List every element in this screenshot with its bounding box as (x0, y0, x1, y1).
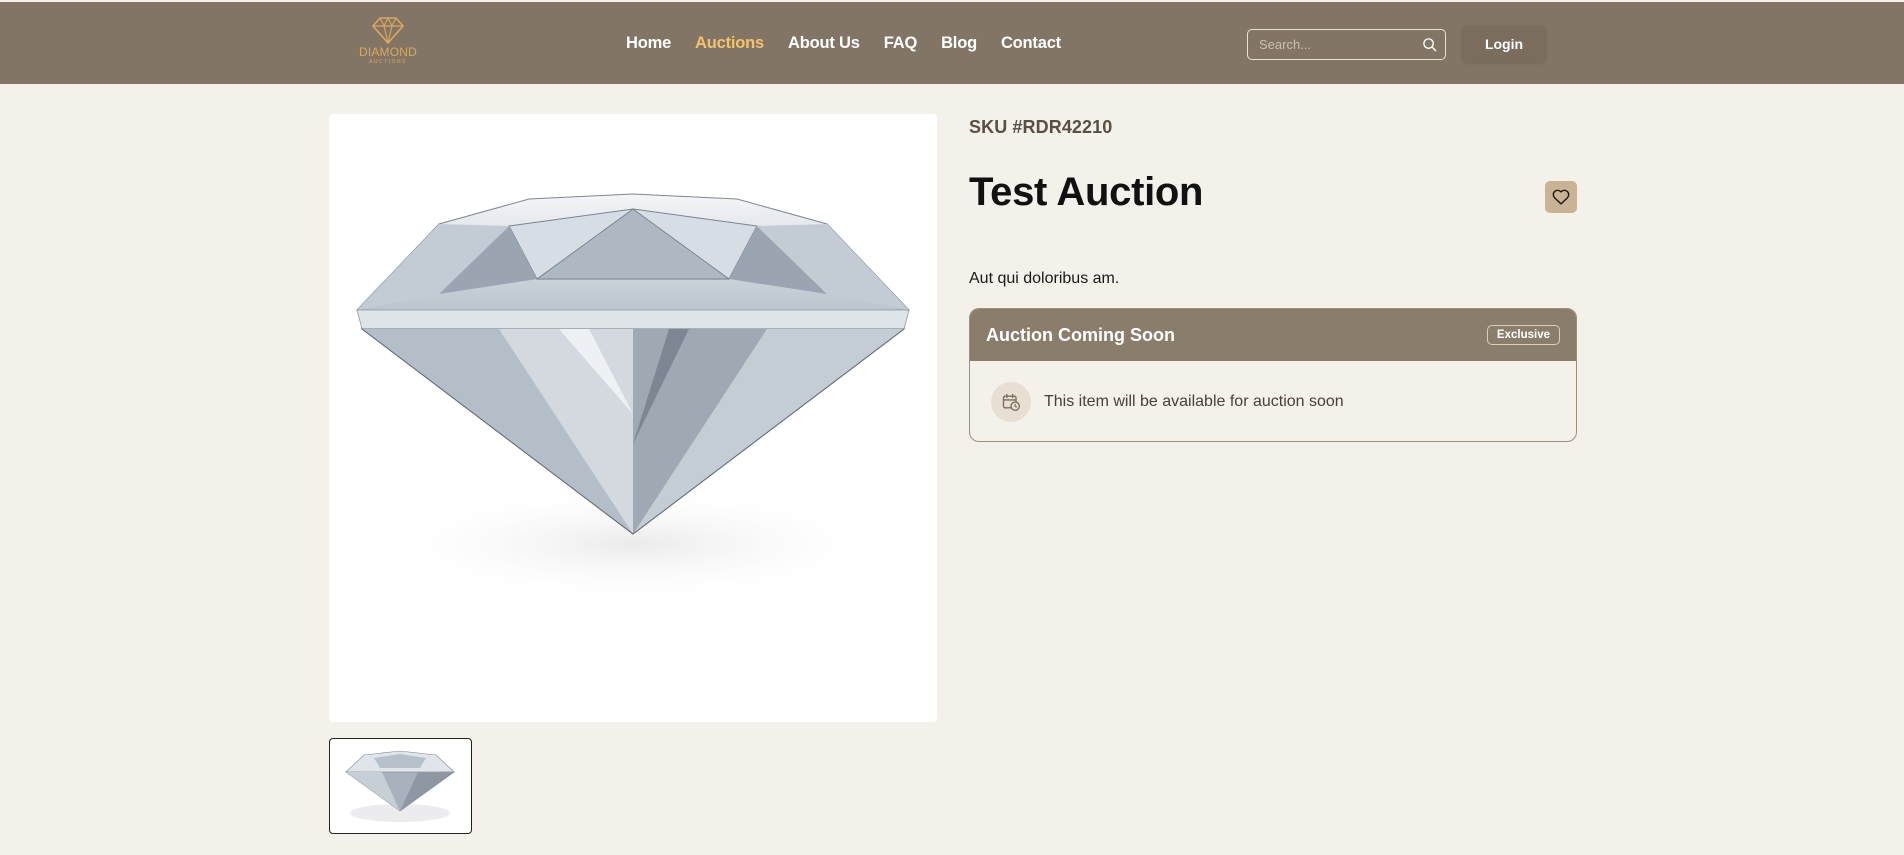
auction-status-message: This item will be available for auction … (1044, 392, 1344, 410)
auction-status-title: Auction Coming Soon (986, 324, 1175, 345)
exclusive-badge: Exclusive (1486, 325, 1560, 345)
auction-card-header: Auction Coming Soon Exclusive (970, 309, 1576, 361)
auction-status-card: Auction Coming Soon Exclusive This item … (969, 308, 1577, 442)
product-thumbnail[interactable] (329, 738, 472, 834)
product-description: Aut qui doloribus am. (969, 270, 1120, 287)
search-input[interactable] (1248, 30, 1418, 59)
brand-name: DIAMOND (358, 45, 418, 59)
heart-icon (1552, 189, 1570, 205)
diamond-thumbnail-image (345, 750, 455, 822)
brand-tagline: AUCTIONS (369, 59, 407, 65)
nav-home[interactable]: Home (626, 34, 671, 53)
favorite-button[interactable] (1545, 181, 1577, 213)
login-button[interactable]: Login (1462, 26, 1546, 62)
brand-logo[interactable]: DIAMOND AUCTIONS (356, 16, 420, 72)
nav-faq[interactable]: FAQ (884, 34, 918, 53)
search-box (1247, 29, 1446, 60)
product-title: Test Auction (969, 170, 1204, 214)
site-header: DIAMOND AUCTIONS Home Auctions About Us … (0, 2, 1904, 84)
auction-card-body: This item will be available for auction … (970, 361, 1576, 441)
search-icon[interactable] (1422, 37, 1437, 52)
nav-blog[interactable]: Blog (941, 34, 977, 53)
nav-about-us[interactable]: About Us (788, 34, 860, 53)
diamond-image (355, 193, 911, 604)
calendar-clock-icon (1002, 393, 1020, 411)
diamond-logo-icon (371, 16, 405, 44)
nav-contact[interactable]: Contact (1001, 34, 1061, 53)
nav-auctions[interactable]: Auctions (695, 34, 764, 53)
product-sku: SKU #RDR42210 (969, 117, 1113, 137)
product-main-image[interactable] (329, 114, 937, 722)
calendar-clock-icon-wrapper (991, 381, 1031, 422)
main-nav: Home Auctions About Us FAQ Blog Contact (626, 2, 1061, 84)
